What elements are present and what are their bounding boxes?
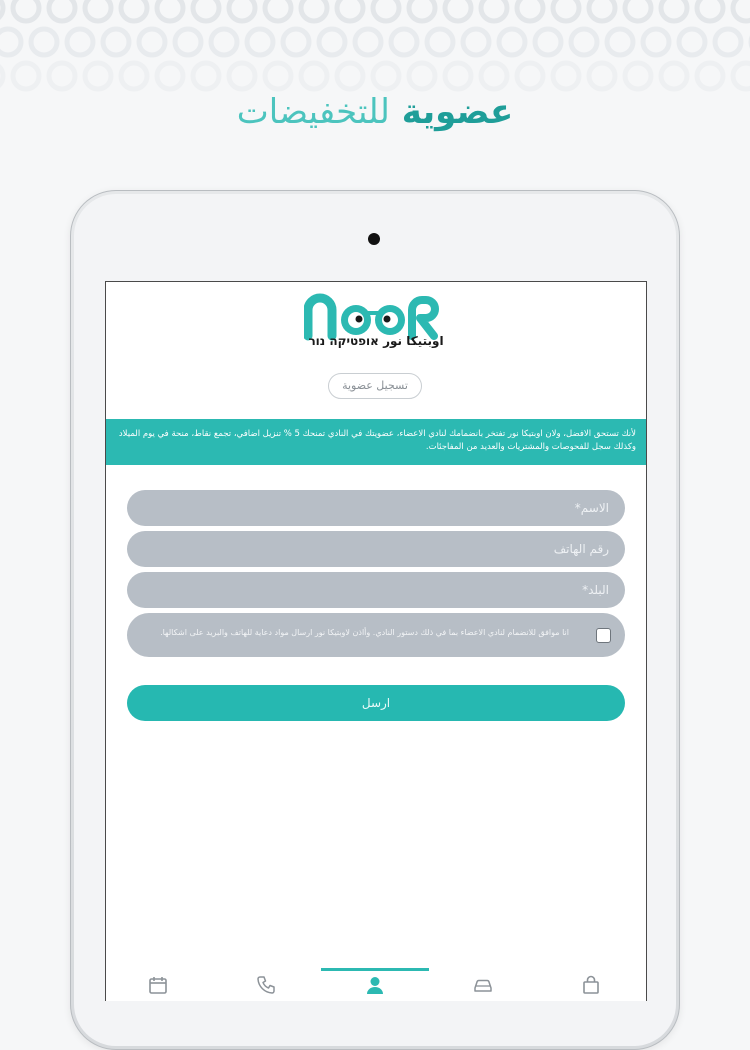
headline-light: للتخفيضات xyxy=(236,92,390,132)
bottom-nav xyxy=(106,952,646,1001)
logo-subtitle: اوبتيكا نور אופטיקה נור xyxy=(308,334,444,348)
calendar-icon[interactable] xyxy=(147,974,169,996)
page-headline: عضوية للتخفيضات xyxy=(0,92,750,132)
phone-icon[interactable] xyxy=(255,974,277,996)
phone-field[interactable] xyxy=(127,531,625,567)
user-icon[interactable] xyxy=(364,974,386,996)
car-icon[interactable] xyxy=(472,974,494,996)
submit-button[interactable]: ارسل xyxy=(127,685,625,721)
tablet-camera xyxy=(368,233,380,245)
consent-text: انا موافق للانضمام لنادي الاعضاء بما في … xyxy=(160,628,569,637)
city-field[interactable] xyxy=(127,572,625,608)
name-field[interactable] xyxy=(127,490,625,526)
shopping-bag-icon[interactable] xyxy=(580,974,602,996)
consent-checkbox[interactable] xyxy=(596,628,611,643)
app-screen: اوبتيكا نور אופטיקה נור تسجيل عضوية لأنك… xyxy=(105,281,647,1001)
headline-strong: عضوية xyxy=(401,92,514,132)
consent-row: انا موافق للانضمام لنادي الاعضاء بما في … xyxy=(127,613,625,657)
tab-register-membership[interactable]: تسجيل عضوية xyxy=(328,373,422,399)
background-glasses-pattern xyxy=(0,0,750,92)
active-tab-indicator xyxy=(321,968,429,971)
membership-info-banner: لأنك تستحق الافضل، ولان اوبتيكا نور تفتخ… xyxy=(106,419,646,465)
